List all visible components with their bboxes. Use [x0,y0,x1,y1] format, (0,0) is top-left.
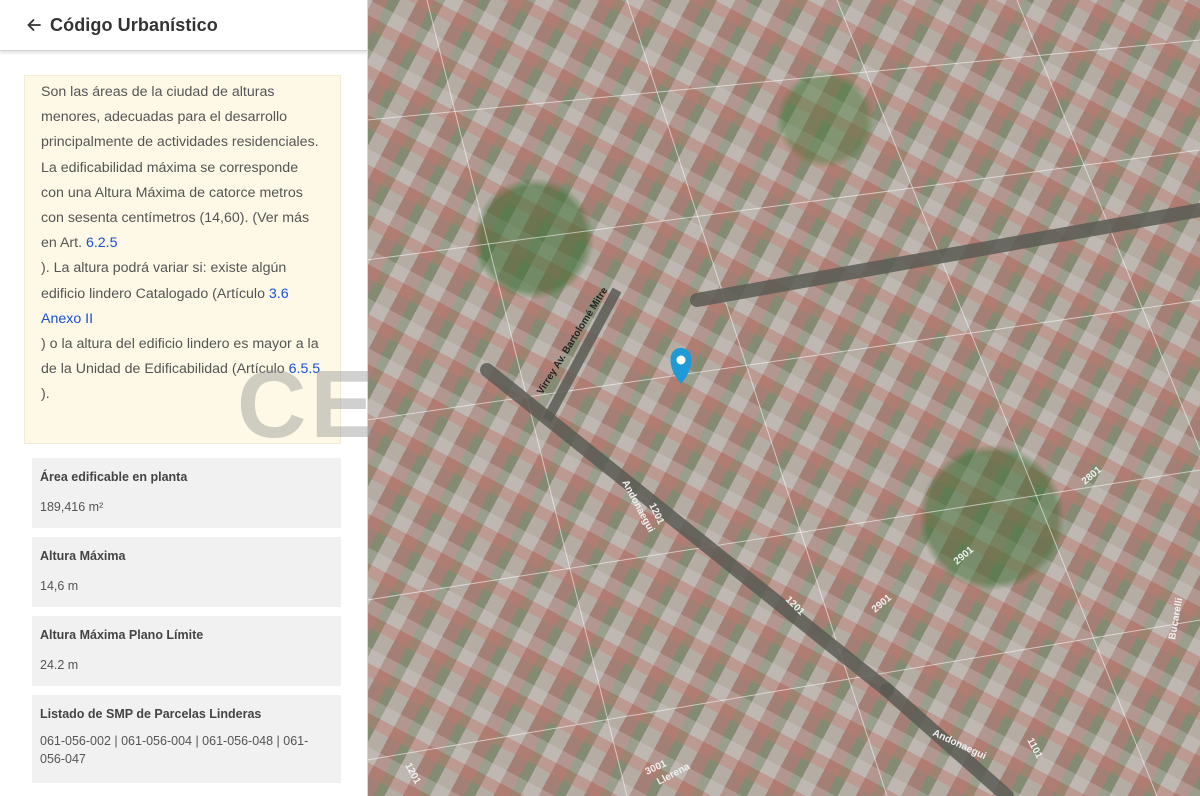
parcel-number: 1201 [402,761,422,786]
card-value: 14,6 m [40,579,79,593]
page-title: Código Urbanístico [50,14,218,35]
card-value: 24.2 m [40,658,79,672]
map-3d-view[interactable]: Virrey Av. Bartolomé Mitre Andonaegui Ll… [367,0,1200,796]
card-label: Altura Máxima [40,549,126,563]
description-text: ). [41,386,50,403]
info-card-altura-maxima: Altura Máxima 14,6 m [32,537,341,607]
back-arrow-icon[interactable] [26,17,42,33]
card-value: 189,416 m² [40,500,104,514]
location-pin-icon[interactable] [670,348,692,384]
article-link-6-2-5[interactable]: 6.2.5 [86,235,118,251]
card-label: Listado de SMP de Parcelas Linderas [40,707,262,721]
description-text: ) o la altura del edificio lindero es ma… [41,336,319,378]
parcel-number: 1101 [1024,736,1044,761]
card-label: Área edificable en planta [40,470,188,484]
panel-header: Código Urbanístico [0,0,367,51]
side-panel: Código Urbanístico Son las áreas de la c… [0,0,367,796]
street-label-side: Bucarelli [1167,597,1185,641]
card-label: Altura Máxima Plano Límite [40,628,204,642]
card-value: 061-056-002 | 061-056-004 | 061-056-048 … [40,734,309,766]
parcel-number: 2901 [952,544,976,567]
info-card-area-edificable: Área edificable en planta 189,416 m² [32,458,341,528]
description-text: Son las áreas de la ciudad de alturas me… [41,84,319,252]
info-card-altura-plano-limite: Altura Máxima Plano Límite 24.2 m [32,616,341,686]
zone-description: Son las áreas de la ciudad de alturas me… [24,75,341,444]
map-overlay: Virrey Av. Bartolomé Mitre Andonaegui Ll… [367,0,1200,796]
info-card-smp-linderas: Listado de SMP de Parcelas Linderas 061-… [32,695,341,783]
article-link-6-5-5[interactable]: 6.5.5 [289,361,321,377]
description-text: ). La altura podrá variar si: existe alg… [41,260,287,302]
parcel-number: 2801 [1080,464,1104,487]
parcel-number: 2901 [870,592,894,615]
